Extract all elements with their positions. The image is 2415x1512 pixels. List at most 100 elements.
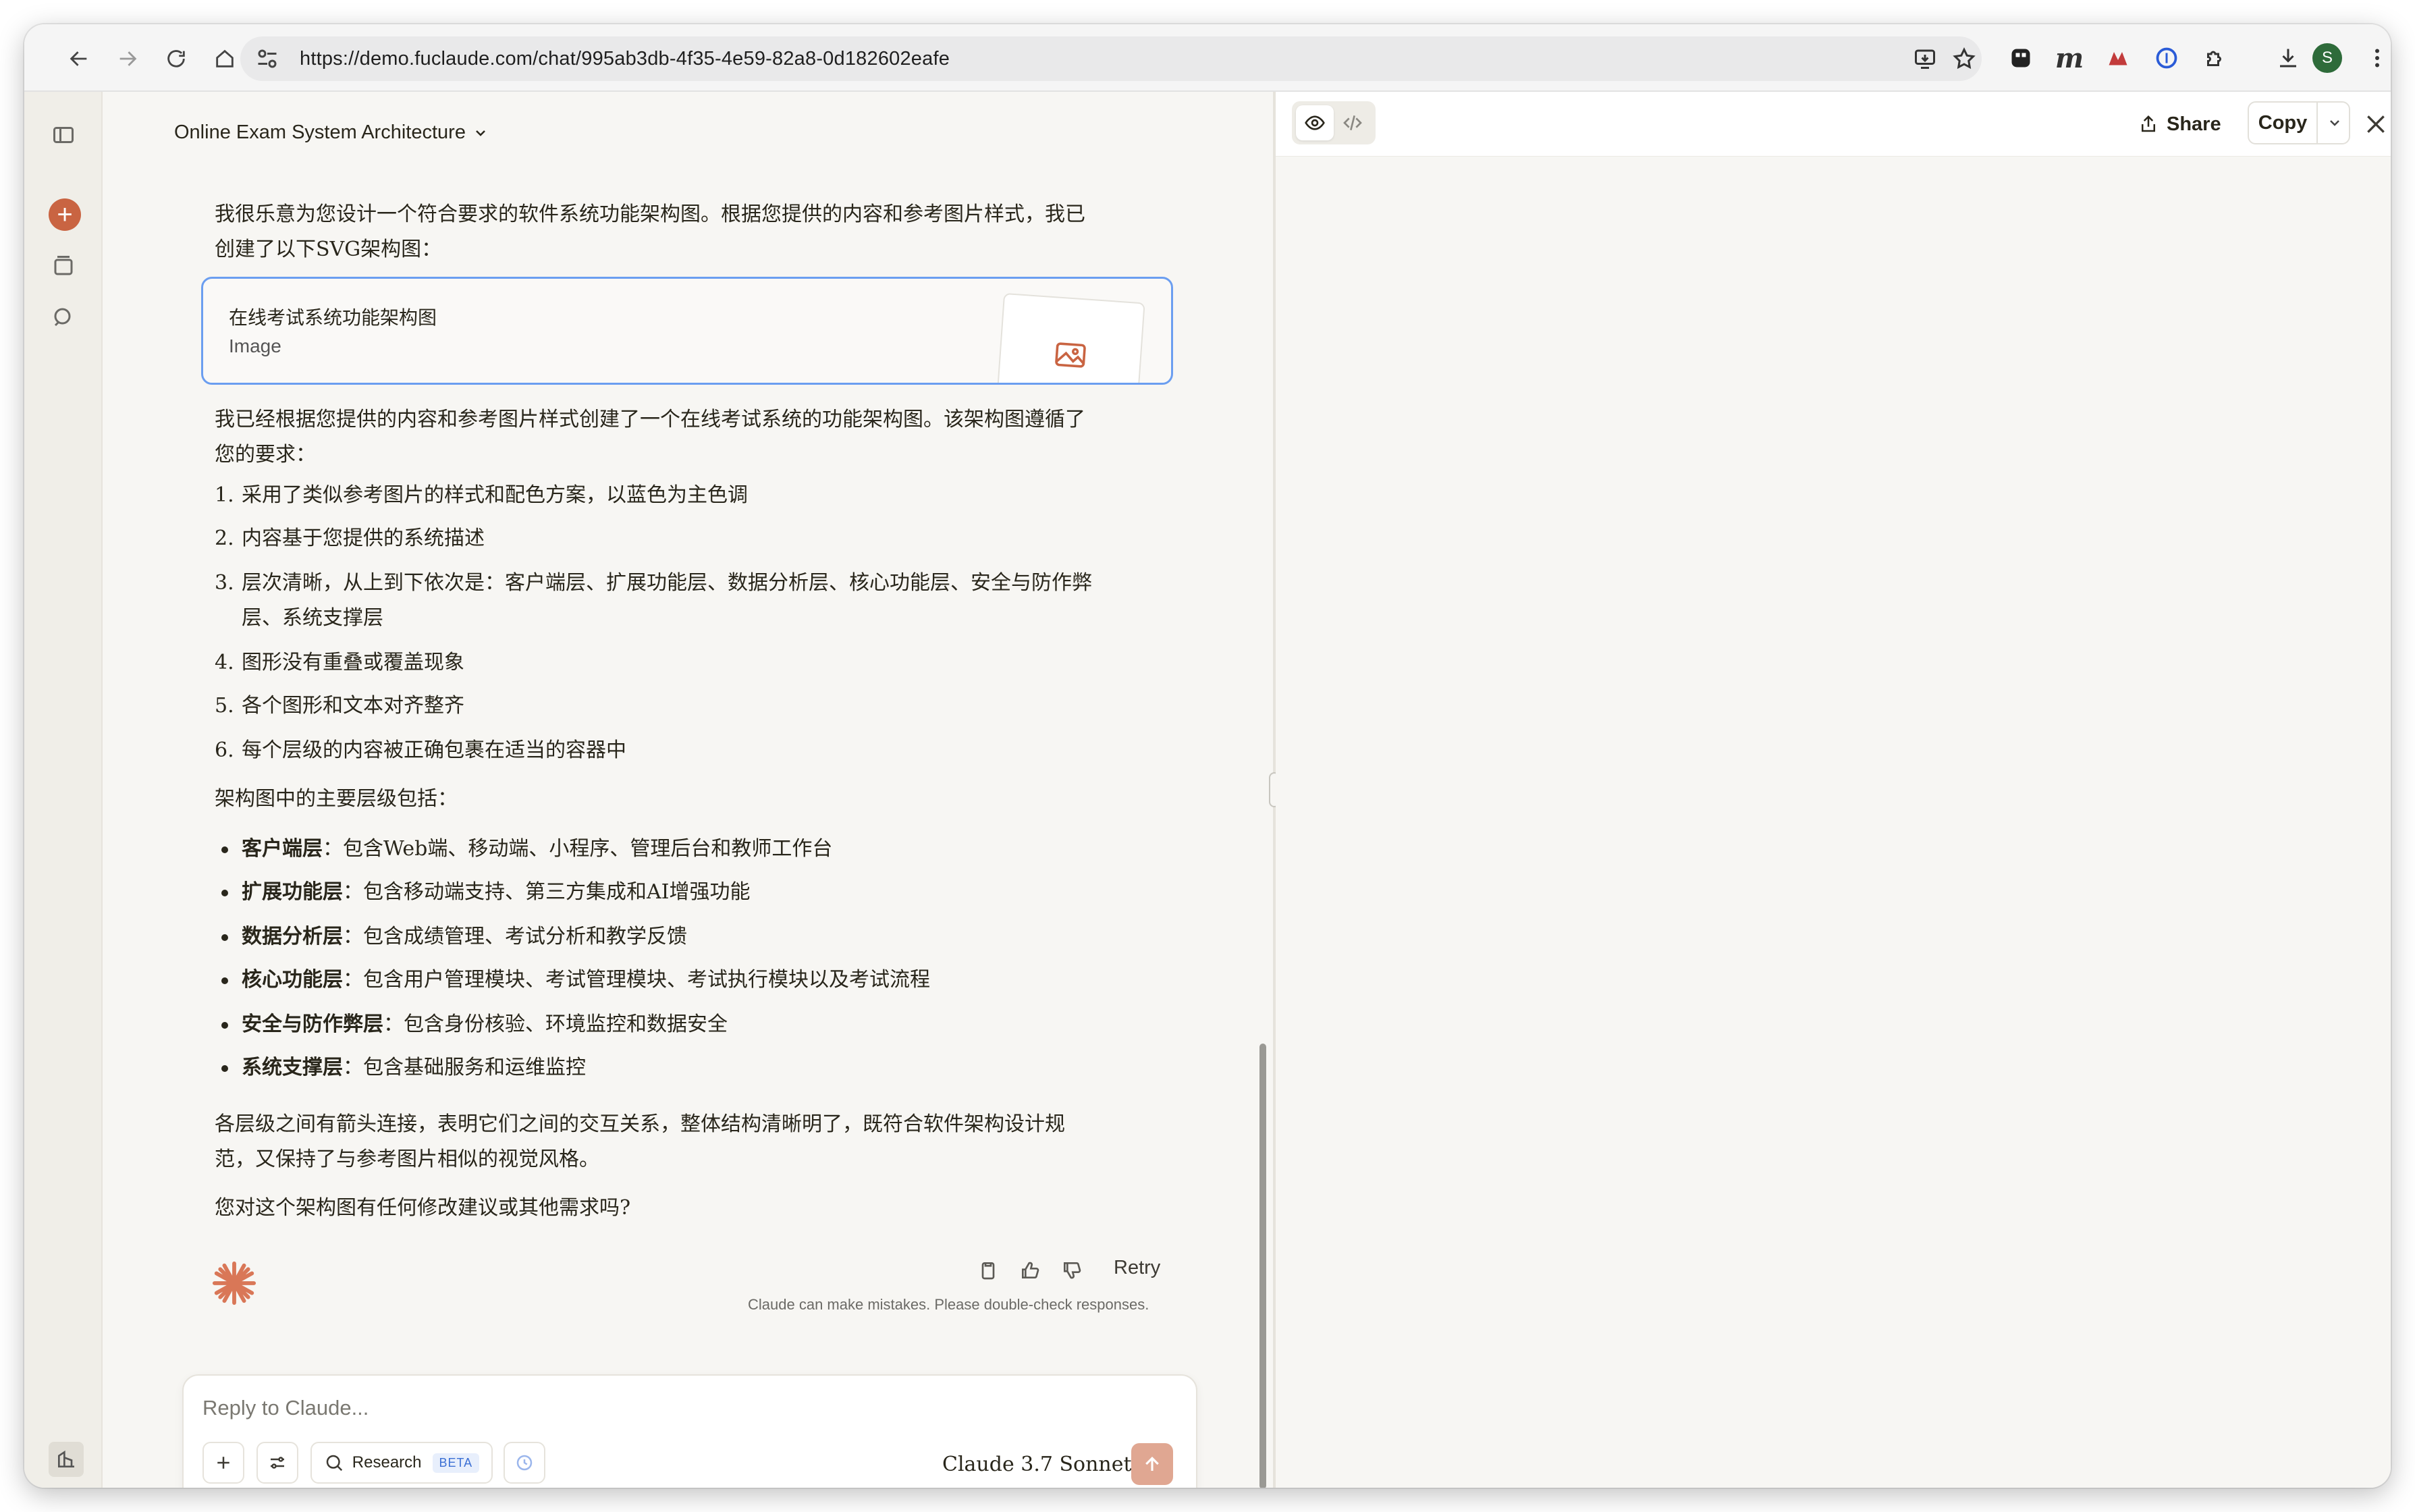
retry-button[interactable]: Retry <box>1114 1257 1160 1279</box>
artifact-type: Image <box>229 335 281 356</box>
follow-up-question: 您对这个架构图有任何修改建议或其他需求吗? <box>215 1196 631 1220</box>
copy-button-group: Copy <box>2248 101 2350 144</box>
account-menu-button[interactable] <box>49 1442 84 1477</box>
toggle-sidebar-button[interactable] <box>47 119 80 151</box>
building-icon <box>58 1450 74 1467</box>
kebab-menu-icon <box>2375 49 2379 68</box>
plus-icon <box>217 1457 229 1469</box>
assistant-intro-text: 我很乐意为您设计一个符合要求的软件系统功能架构图。根据您提供的内容和参考图片样式… <box>215 202 1085 261</box>
password-manager-button[interactable] <box>2149 40 2184 76</box>
copy-options-button[interactable] <box>2319 103 2350 143</box>
archive-icon <box>54 256 73 275</box>
site-settings-icon[interactable] <box>255 47 279 71</box>
arrow-up-icon <box>1145 1457 1159 1471</box>
bullet-icon <box>221 890 228 896</box>
copy-response-button[interactable] <box>977 1260 999 1281</box>
address-bar[interactable]: https://demo.fuclaude.com/chat/995ab3db-… <box>240 36 1982 81</box>
copy-button[interactable]: Copy <box>2249 103 2318 143</box>
artifact-panel: Share Copy <box>1276 92 2391 1488</box>
bookmark-star-icon[interactable] <box>1952 47 1976 71</box>
projects-button[interactable] <box>47 250 80 282</box>
browser-toolbar: https://demo.fuclaude.com/chat/995ab3db-… <box>24 24 2391 92</box>
disclaimer-text: Claude can make mistakes. Please double-… <box>748 1296 1149 1313</box>
code-tab[interactable] <box>1334 105 1372 140</box>
preview-tab[interactable] <box>1296 105 1334 140</box>
assistant-summary-text: 我已经根据您提供的内容和参考图片样式创建了一个在线考试系统的功能架构图。该架构图… <box>215 408 1085 466</box>
extension-1-button[interactable] <box>2003 40 2038 76</box>
research-label: Research <box>352 1453 422 1472</box>
attach-button[interactable] <box>202 1442 244 1484</box>
artifact-title: 在线考试系统功能架构图 <box>229 306 437 329</box>
downloads-button[interactable] <box>2271 40 2306 76</box>
chat-title-text: Online Exam System Architecture <box>174 122 466 143</box>
download-icon <box>2280 49 2296 68</box>
thumbs-down-button[interactable] <box>1061 1260 1083 1281</box>
clock-icon <box>516 1455 533 1471</box>
reply-composer[interactable]: Reply to Claude... Research BETA Claude … <box>182 1374 1197 1488</box>
chat-pane: Online Exam System Architecture 我很乐意为您设计… <box>103 92 1273 1488</box>
forward-button[interactable] <box>111 42 144 76</box>
extensions-button[interactable] <box>2198 40 2233 76</box>
send-button[interactable] <box>1131 1443 1173 1485</box>
extension-red-icon <box>2109 52 2127 65</box>
new-chat-button[interactable]: + <box>49 198 81 231</box>
plus-icon: + <box>57 200 73 230</box>
bullet-icon <box>221 934 228 941</box>
profile-avatar[interactable]: S <box>2312 43 2342 73</box>
thumbs-up-icon <box>1022 1262 1039 1279</box>
search-icon <box>326 1455 342 1472</box>
beta-badge: BETA <box>432 1453 480 1473</box>
share-icon <box>2142 115 2155 132</box>
arrow-left-icon <box>70 51 87 66</box>
chevron-down-icon <box>2330 120 2339 126</box>
artifact-card[interactable]: 在线考试系统功能架构图 Image <box>201 277 1173 385</box>
code-icon <box>1343 115 1362 130</box>
url-text: https://demo.fuclaude.com/chat/995ab3db-… <box>300 48 950 70</box>
arrow-right-icon <box>119 51 137 66</box>
eye-icon <box>1305 115 1325 130</box>
install-app-icon[interactable] <box>1913 47 1937 71</box>
bullet-icon <box>221 846 228 853</box>
tools-button[interactable] <box>256 1442 298 1484</box>
extended-thinking-button[interactable] <box>504 1442 545 1484</box>
chats-button[interactable] <box>47 301 80 333</box>
puzzle-icon <box>2207 51 2221 66</box>
reply-input[interactable]: Reply to Claude... <box>202 1396 369 1420</box>
sidebar-toggle-icon <box>53 127 74 143</box>
chat-scrollbar[interactable] <box>1259 1044 1266 1488</box>
reload-icon <box>167 50 185 68</box>
m-logo-icon: m <box>2055 42 2084 74</box>
extension-m-button[interactable]: m <box>2052 40 2087 76</box>
chat-bubble-icon <box>54 308 71 327</box>
research-button[interactable]: Research BETA <box>310 1442 493 1484</box>
browser-menu-button[interactable] <box>2360 40 2391 76</box>
chat-title-dropdown[interactable]: Online Exam System Architecture <box>174 122 489 144</box>
share-button[interactable]: Share <box>2138 108 2221 140</box>
model-selector[interactable]: Claude 3.7 Sonnet <box>942 1453 1152 1476</box>
back-button[interactable] <box>62 42 96 76</box>
artifact-thumbnail <box>996 292 1145 383</box>
password-manager-icon <box>2156 47 2177 69</box>
sliders-icon <box>271 1457 284 1469</box>
share-label: Share <box>2167 113 2221 135</box>
sidebar-rail: + <box>24 92 103 1488</box>
view-toggle <box>1292 101 1376 144</box>
reload-button[interactable] <box>159 42 193 76</box>
closing-text: 各层级之间有箭头连接，表明它们之间的交互关系，整体结构清晰明了，既符合软件架构设… <box>215 1112 1065 1171</box>
chevron-down-icon <box>476 130 485 136</box>
thumbs-down-icon <box>1064 1262 1081 1279</box>
artifact-panel-header: Share Copy <box>1276 92 2391 157</box>
bullet-icon <box>221 1022 228 1029</box>
artifact-preview-area <box>1276 157 2391 1488</box>
home-button[interactable] <box>208 42 242 76</box>
extension-grid-icon <box>2011 49 2030 68</box>
home-icon <box>216 49 234 68</box>
thumbs-up-button[interactable] <box>1019 1260 1041 1281</box>
extension-3-button[interactable] <box>2100 40 2136 76</box>
close-icon[interactable] <box>2362 111 2389 138</box>
image-icon <box>1055 342 1086 368</box>
bullet-icon <box>221 977 228 984</box>
model-name: Claude 3.7 Sonnet <box>942 1453 1132 1476</box>
clipboard-icon <box>981 1262 995 1280</box>
claude-spark-icon <box>212 1261 256 1305</box>
